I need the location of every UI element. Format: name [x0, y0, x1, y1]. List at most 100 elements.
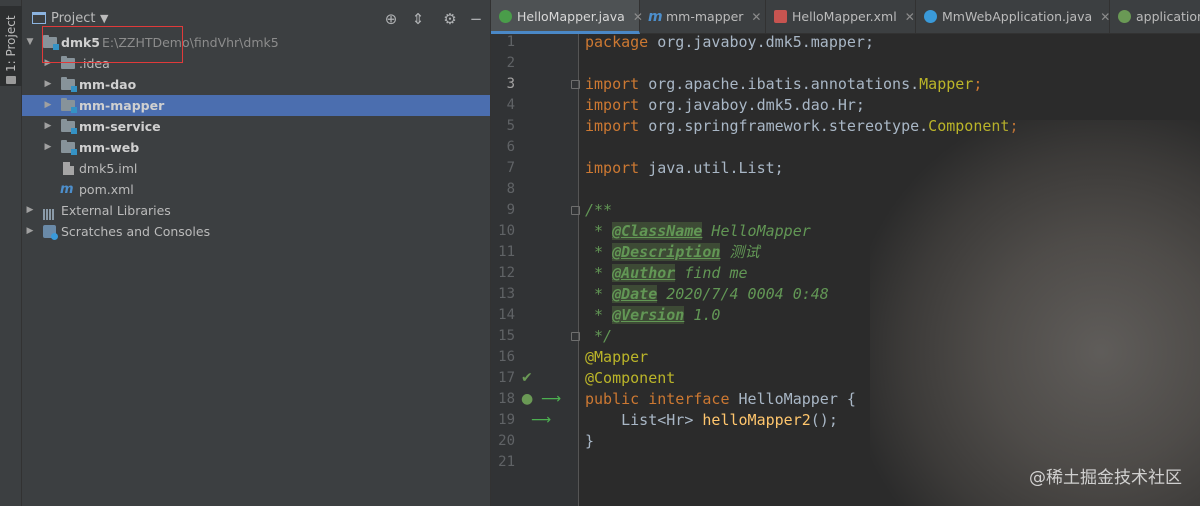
line-number: 12 [498, 265, 515, 281]
collapsed-arrow-icon[interactable]: ▶ [25, 200, 35, 221]
navigate-implementation-icon[interactable]: ⟶ [531, 410, 551, 431]
chevron-down-icon[interactable]: ▼ [100, 12, 108, 25]
collapsed-arrow-icon[interactable]: ▶ [43, 137, 53, 158]
spring-boot-class-icon [924, 10, 937, 23]
tab-hellomapper-java[interactable]: HelloMapper.java ✕ [491, 0, 643, 34]
tree-item-mm-mapper[interactable]: ▶ mm-mapper [22, 95, 490, 116]
tab-label: mm-mapper [666, 9, 744, 24]
fold-marker-icon[interactable] [570, 74, 580, 95]
code-token: import [585, 117, 640, 135]
locate-icon[interactable]: ⊕ [383, 11, 399, 27]
editor-gutter: 1 2 3 4 5 6 7 8 9 10 11 12 13 14 15 16 17 18 19 20 21 ✔ ● ⟶ ⟶ [491, 34, 580, 506]
iml-file-icon [63, 162, 74, 175]
line-number: 18 [498, 391, 515, 407]
tree-item-mm-dao[interactable]: ▶ mm-dao [22, 74, 490, 95]
line-number: 16 [498, 349, 515, 365]
line-number: 1 [506, 34, 515, 50]
tree-item-pom-xml[interactable]: m pom.xml [22, 179, 490, 200]
tree-item-dmk5-iml[interactable]: dmk5.iml [22, 158, 490, 179]
tree-item-label: Scratches and Consoles [61, 224, 211, 239]
spring-bean-icon[interactable]: ✔ [521, 368, 533, 389]
project-panel: Project ▼ ⊕ ⇕ ⚙ − ▼ dmk5 E:\ZZHTDemo\fin… [22, 0, 490, 506]
line-number: 20 [498, 433, 515, 449]
project-window-icon [32, 12, 46, 24]
code-line: import org.javaboy.dmk5.dao.Hr; [585, 95, 865, 116]
code-token: 测试 [720, 243, 760, 261]
code-line: */ [585, 326, 612, 347]
code-line: import java.util.List; [585, 158, 784, 179]
line-number: 19 [498, 412, 515, 428]
collapsed-arrow-icon[interactable]: ▶ [43, 95, 53, 116]
code-token: @Author [612, 264, 676, 282]
code-line: public interface HelloMapper { [585, 389, 856, 410]
code-token: import [585, 96, 640, 114]
tab-application[interactable]: application [1110, 0, 1200, 34]
code-line: List<Hr> helloMapper2(); [585, 410, 838, 431]
tab-mm-mapper[interactable]: m mm-mapper ✕ [640, 0, 766, 34]
module-folder-icon [61, 140, 77, 155]
code-line: import org.springframework.stereotype.Co… [585, 116, 1018, 137]
code-token: 2020/7/4 0004 0:48 [657, 285, 829, 303]
line-number: 2 [506, 55, 515, 71]
code-token: org.javaboy.dmk5.dao.Hr; [639, 96, 865, 114]
navigate-implementation-icon[interactable]: ⟶ [541, 389, 561, 410]
code-line: @Component [585, 368, 675, 389]
code-token: @Date [612, 285, 658, 303]
close-icon[interactable]: ✕ [751, 10, 761, 24]
code-token: org.apache.ibatis.annotations. [639, 75, 920, 93]
expanded-arrow-icon[interactable]: ▼ [25, 32, 35, 53]
project-view-selector[interactable]: Project [51, 11, 95, 26]
code-line: * @Author find me [585, 263, 748, 284]
fold-marker-icon[interactable] [570, 326, 580, 347]
code-line: @Mapper [585, 347, 648, 368]
close-icon[interactable]: ✕ [905, 10, 915, 24]
code-token: HelloMapper [702, 222, 811, 240]
code-token: org.springframework.stereotype. [639, 117, 929, 135]
code-token: @Mapper [585, 348, 649, 366]
tab-label: HelloMapper.java [517, 9, 625, 24]
project-tool-tab[interactable]: 1: Project [0, 6, 22, 86]
interface-icon [499, 10, 512, 23]
code-token: @ClassName [612, 222, 703, 240]
editor-area: HelloMapper.java ✕ m mm-mapper ✕ HelloMapp… [490, 0, 1200, 506]
code-token: /** [585, 201, 613, 219]
code-token: */ [585, 327, 613, 345]
line-number: 9 [506, 202, 515, 218]
code-line: * @Date 2020/7/4 0004 0:48 [585, 284, 829, 305]
line-number: 11 [498, 244, 515, 260]
close-icon[interactable]: ✕ [1100, 10, 1110, 24]
tab-hellomapper-xml[interactable]: HelloMapper.xml ✕ [766, 0, 916, 34]
scratches-icon [43, 225, 58, 240]
line-number: 5 [506, 118, 515, 134]
tree-item-mm-service[interactable]: ▶ mm-service [22, 116, 490, 137]
code-token: } [585, 432, 595, 450]
code-token: * [585, 306, 613, 324]
tree-item-mm-web[interactable]: ▶ mm-web [22, 137, 490, 158]
module-folder-icon [61, 98, 77, 113]
hide-icon[interactable]: − [468, 11, 484, 27]
library-icon [43, 205, 57, 220]
code-token: public interface [585, 390, 730, 408]
gear-icon[interactable]: ⚙ [442, 11, 458, 27]
collapsed-arrow-icon[interactable]: ▶ [25, 221, 35, 242]
code-line: import org.apache.ibatis.annotations.Map… [585, 74, 982, 95]
line-number: 21 [498, 454, 515, 470]
collapse-all-icon[interactable]: ⇕ [410, 11, 426, 27]
spring-bean-icon[interactable]: ● [521, 389, 533, 410]
code-line: } [585, 431, 594, 452]
tab-label: application [1136, 9, 1200, 24]
fold-marker-icon[interactable] [570, 200, 580, 221]
tab-mmwebapplication-java[interactable]: MmWebApplication.java ✕ [916, 0, 1110, 34]
code-token: 1.0 [684, 306, 721, 324]
module-folder-icon [61, 119, 77, 134]
line-number: 3 [506, 76, 515, 92]
tree-item-external-libraries[interactable]: ▶ External Libraries [22, 200, 490, 221]
tree-item-scratches[interactable]: ▶ Scratches and Consoles [22, 221, 490, 242]
code-token: List<Hr> [585, 411, 703, 429]
collapsed-arrow-icon[interactable]: ▶ [43, 74, 53, 95]
code-token: import [585, 159, 640, 177]
collapsed-arrow-icon[interactable]: ▶ [43, 116, 53, 137]
code-area[interactable]: package org.javaboy.dmk5.mapper; import o… [585, 33, 1200, 506]
code-token: * [585, 285, 613, 303]
module-folder-icon [61, 77, 77, 92]
